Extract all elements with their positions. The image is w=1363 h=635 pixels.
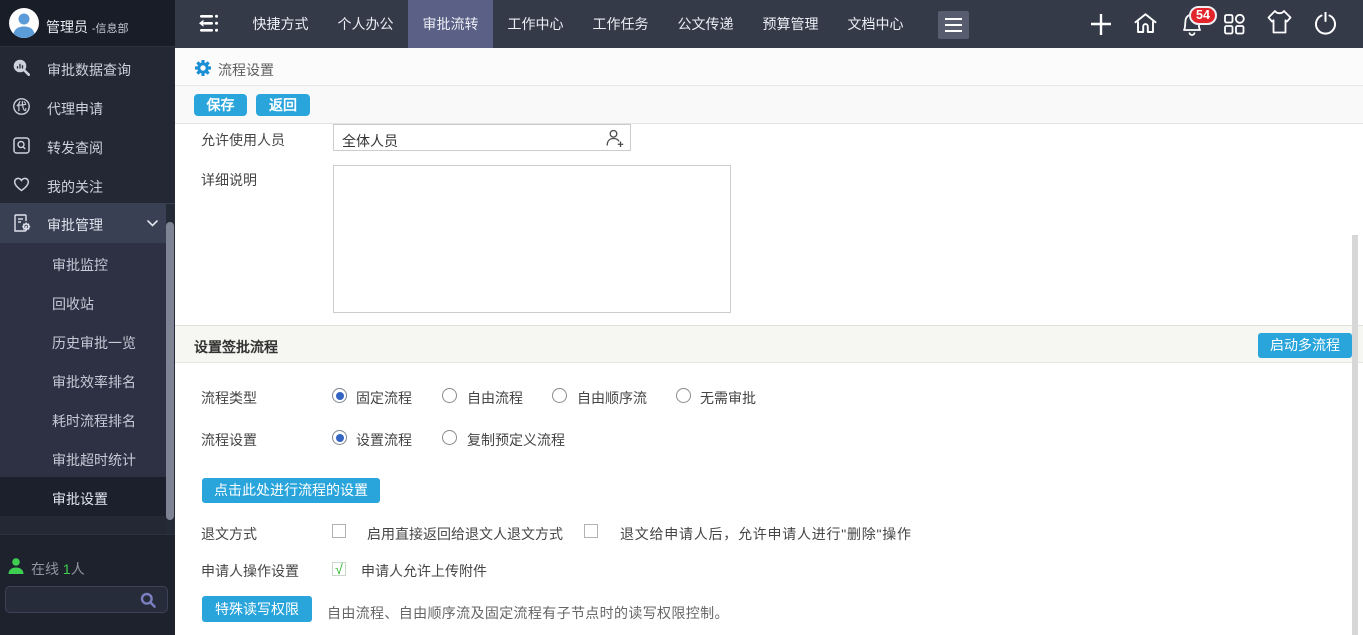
svg-text:代: 代: [16, 100, 27, 113]
